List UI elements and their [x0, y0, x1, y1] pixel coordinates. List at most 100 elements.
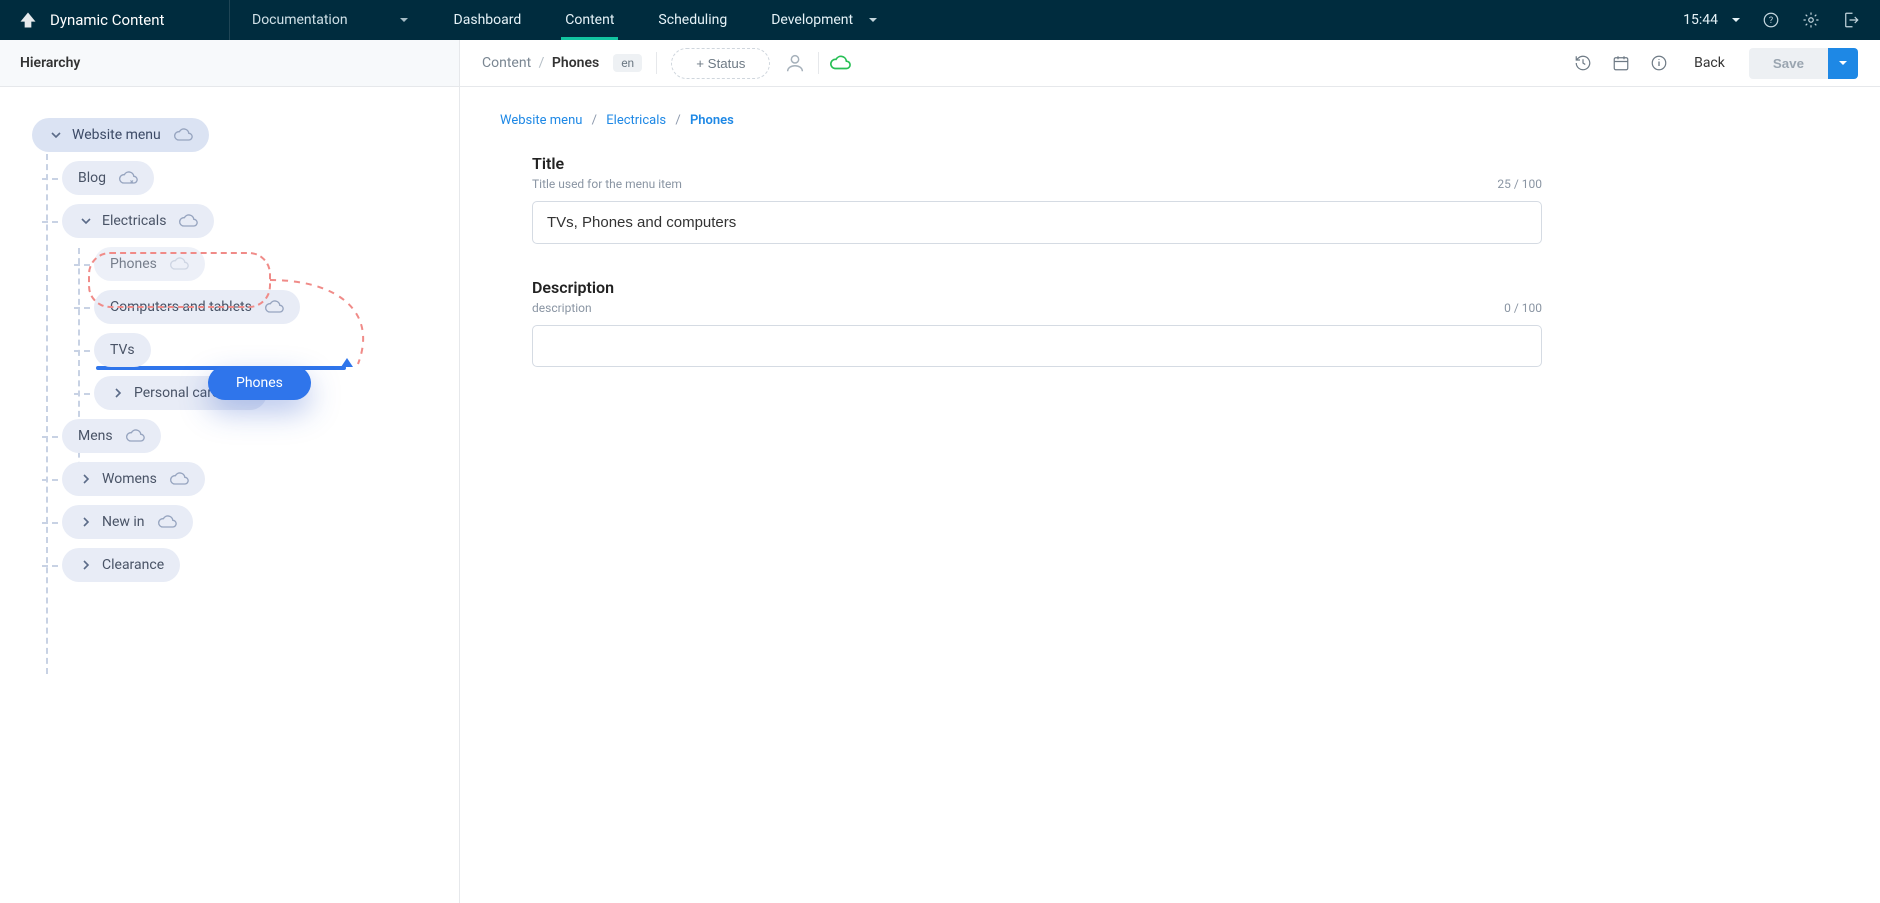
chevron-right-icon — [78, 557, 94, 573]
crumb-sep: / — [586, 113, 603, 128]
save-button[interactable]: Save — [1749, 48, 1828, 79]
node-label: Personal care — [134, 385, 219, 401]
tree-row: Electricals — [62, 204, 441, 238]
nav-label: Dashboard — [454, 12, 522, 28]
node-label: Clearance — [102, 557, 164, 573]
node-computers[interactable]: Computers and tablets — [94, 290, 300, 324]
brand: Dynamic Content — [0, 0, 230, 40]
hierarchy-panel-title: Hierarchy — [0, 40, 460, 86]
node-label: Womens — [102, 471, 157, 487]
nav-label: Content — [565, 12, 614, 28]
node-label: Computers and tablets — [110, 299, 252, 315]
cloud-icon — [173, 128, 193, 142]
cloud-icon — [178, 214, 198, 228]
tree-row: Website menu — [32, 118, 441, 152]
hub-label: Documentation — [252, 12, 348, 28]
chevron-down-icon — [48, 127, 64, 143]
nav-label: Development — [771, 12, 853, 28]
description-input[interactable] — [532, 325, 1542, 367]
topbar-right: 15:44 ? — [1683, 0, 1880, 40]
tab-scheduling[interactable]: Scheduling — [636, 0, 749, 40]
node-tvs[interactable]: TVs — [94, 333, 151, 367]
divider — [656, 52, 657, 74]
node-label: TVs — [110, 342, 135, 358]
tree-row: Mens — [62, 419, 441, 453]
node-electricals[interactable]: Electricals — [62, 204, 214, 238]
content-breadcrumb: Website menu / Electricals / Phones — [500, 113, 1840, 128]
time-label: 15:44 — [1683, 12, 1718, 28]
caret-down-icon — [867, 14, 879, 26]
settings-icon[interactable] — [1800, 9, 1822, 31]
editor-form: Title Title used for the menu item 25 / … — [532, 154, 1542, 367]
tree: Website menu Blog Electricals — [28, 118, 441, 582]
tree-row: Phones — [94, 247, 441, 281]
tab-dashboard[interactable]: Dashboard — [432, 0, 544, 40]
crumb-current: Phones — [690, 113, 734, 128]
tree-row: Womens — [62, 462, 441, 496]
divider — [818, 52, 819, 74]
panel-title-label: Hierarchy — [20, 55, 80, 71]
field-help: Title used for the menu item — [532, 177, 682, 191]
user-icon[interactable] — [784, 52, 808, 74]
cloud-off-icon — [118, 171, 138, 185]
help-icon[interactable]: ? — [1760, 9, 1782, 31]
save-dropdown-button[interactable] — [1828, 48, 1858, 79]
logout-icon[interactable] — [1840, 9, 1862, 31]
crumb-link[interactable]: Electricals — [606, 113, 666, 128]
back-button[interactable]: Back — [1686, 51, 1733, 75]
node-new-in[interactable]: New in — [62, 505, 193, 539]
cloud-icon — [157, 515, 177, 529]
chevron-right-icon — [110, 385, 126, 401]
nav-label: Scheduling — [658, 12, 727, 28]
brand-name: Dynamic Content — [50, 11, 164, 29]
drag-ghost: Phones — [208, 366, 311, 400]
node-blog[interactable]: Blog — [62, 161, 154, 195]
cloud-icon — [264, 300, 284, 314]
node-label: New in — [102, 514, 145, 530]
info-icon[interactable] — [1648, 52, 1670, 74]
node-label: Blog — [78, 170, 106, 186]
top-bar: Dynamic Content Documentation Dashboard … — [0, 0, 1880, 40]
calendar-icon[interactable] — [1610, 52, 1632, 74]
node-label: Website menu — [72, 127, 161, 143]
editor-header: Content / Phones en + Status — [460, 48, 1880, 79]
node-label: Mens — [78, 428, 113, 444]
node-womens[interactable]: Womens — [62, 462, 205, 496]
tab-development[interactable]: Development — [749, 0, 901, 40]
title-input[interactable] — [532, 201, 1542, 244]
language-tag[interactable]: en — [613, 54, 642, 72]
chevron-right-icon — [78, 514, 94, 530]
cloud-status-icon[interactable] — [829, 55, 853, 71]
tab-content[interactable]: Content — [543, 0, 636, 40]
cloud-icon — [169, 257, 189, 271]
editor-icons — [784, 52, 853, 74]
crumb-root[interactable]: Content — [482, 55, 531, 71]
caret-down-icon — [398, 14, 410, 26]
field-help: description — [532, 301, 592, 315]
sub-header: Hierarchy Content / Phones en + Status — [0, 40, 1880, 87]
node-mens[interactable]: Mens — [62, 419, 161, 453]
node-clearance[interactable]: Clearance — [62, 548, 180, 582]
field-count: 25 / 100 — [1497, 177, 1542, 191]
hub-switcher[interactable]: Documentation — [230, 0, 432, 40]
brand-logo-icon — [18, 10, 38, 30]
crumb-sep: / — [535, 55, 549, 71]
tree-row: Blog — [62, 161, 441, 195]
chevron-right-icon — [78, 471, 94, 487]
time-switcher[interactable]: 15:44 — [1683, 12, 1742, 28]
history-icon[interactable] — [1572, 52, 1594, 74]
node-website-menu[interactable]: Website menu — [32, 118, 209, 152]
editor-breadcrumb: Content / Phones — [482, 55, 599, 71]
cloud-icon — [169, 472, 189, 486]
node-phones[interactable]: Phones — [94, 247, 205, 281]
tree-row: Clearance — [62, 548, 441, 582]
editor-content: Website menu / Electricals / Phones Titl… — [460, 87, 1880, 903]
node-label: Phones — [110, 256, 157, 272]
crumb-link[interactable]: Website menu — [500, 113, 582, 128]
tree-line — [46, 154, 48, 674]
save-group: Save — [1749, 48, 1858, 79]
nav-tabs: Dashboard Content Scheduling Development — [432, 0, 902, 40]
field-count: 0 / 100 — [1504, 301, 1542, 315]
field-description: Description description 0 / 100 — [532, 278, 1542, 367]
add-status-button[interactable]: + Status — [671, 48, 770, 79]
